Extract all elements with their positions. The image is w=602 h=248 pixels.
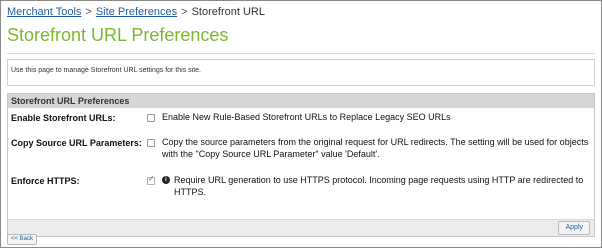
info-icon: i — [162, 176, 170, 184]
intro-box: Use this page to manage Storefront URL s… — [7, 59, 595, 86]
panel-title: Storefront URL Preferences — [11, 96, 130, 106]
panel-footer: Apply — [8, 219, 594, 236]
copy-source-url-parameters-description: Copy the source parameters from the orig… — [162, 137, 589, 159]
breadcrumb-current: Storefront URL — [191, 6, 265, 18]
preferences-panel: Storefront URL Preferences Enable Storef… — [7, 93, 595, 237]
enforce-https-description: Require URL generation to use HTTPS prot… — [174, 175, 584, 197]
breadcrumb-separator: > — [181, 6, 188, 18]
row-enable-storefront-urls: Enable Storefront URLs: Enable New Rule-… — [8, 110, 594, 125]
enable-storefront-urls-description: Enable New Rule-Based Storefront URLs to… — [162, 112, 451, 122]
breadcrumb-merchant-tools[interactable]: Merchant Tools — [7, 6, 81, 18]
intro-text: Use this page to manage Storefront URL s… — [11, 67, 202, 74]
copy-source-url-parameters-label: Copy Source URL Parameters: — [11, 138, 142, 148]
copy-source-url-parameters-checkbox[interactable] — [147, 139, 155, 147]
breadcrumb-separator: > — [85, 6, 92, 18]
title-divider — [7, 53, 595, 54]
enforce-https-label: Enforce HTTPS: — [11, 176, 80, 186]
breadcrumb-site-preferences[interactable]: Site Preferences — [96, 6, 177, 18]
enforce-https-checkbox[interactable]: ✓ — [147, 174, 155, 185]
checkmark-icon: ✓ — [148, 174, 155, 183]
page-title: Storefront URL Preferences — [7, 25, 229, 45]
row-copy-source-url-parameters: Copy Source URL Parameters: Copy the sou… — [8, 135, 594, 163]
row-enforce-https: Enforce HTTPS: ✓ i Require URL generatio… — [8, 173, 594, 201]
apply-button[interactable]: Apply — [558, 221, 590, 235]
enable-storefront-urls-checkbox[interactable] — [147, 114, 155, 122]
back-button[interactable]: << Back — [7, 234, 38, 245]
enable-storefront-urls-label: Enable Storefront URLs: — [11, 113, 116, 123]
breadcrumb: Merchant Tools > Site Preferences > Storefro… — [7, 6, 265, 18]
panel-header: Storefront URL Preferences — [8, 94, 594, 108]
